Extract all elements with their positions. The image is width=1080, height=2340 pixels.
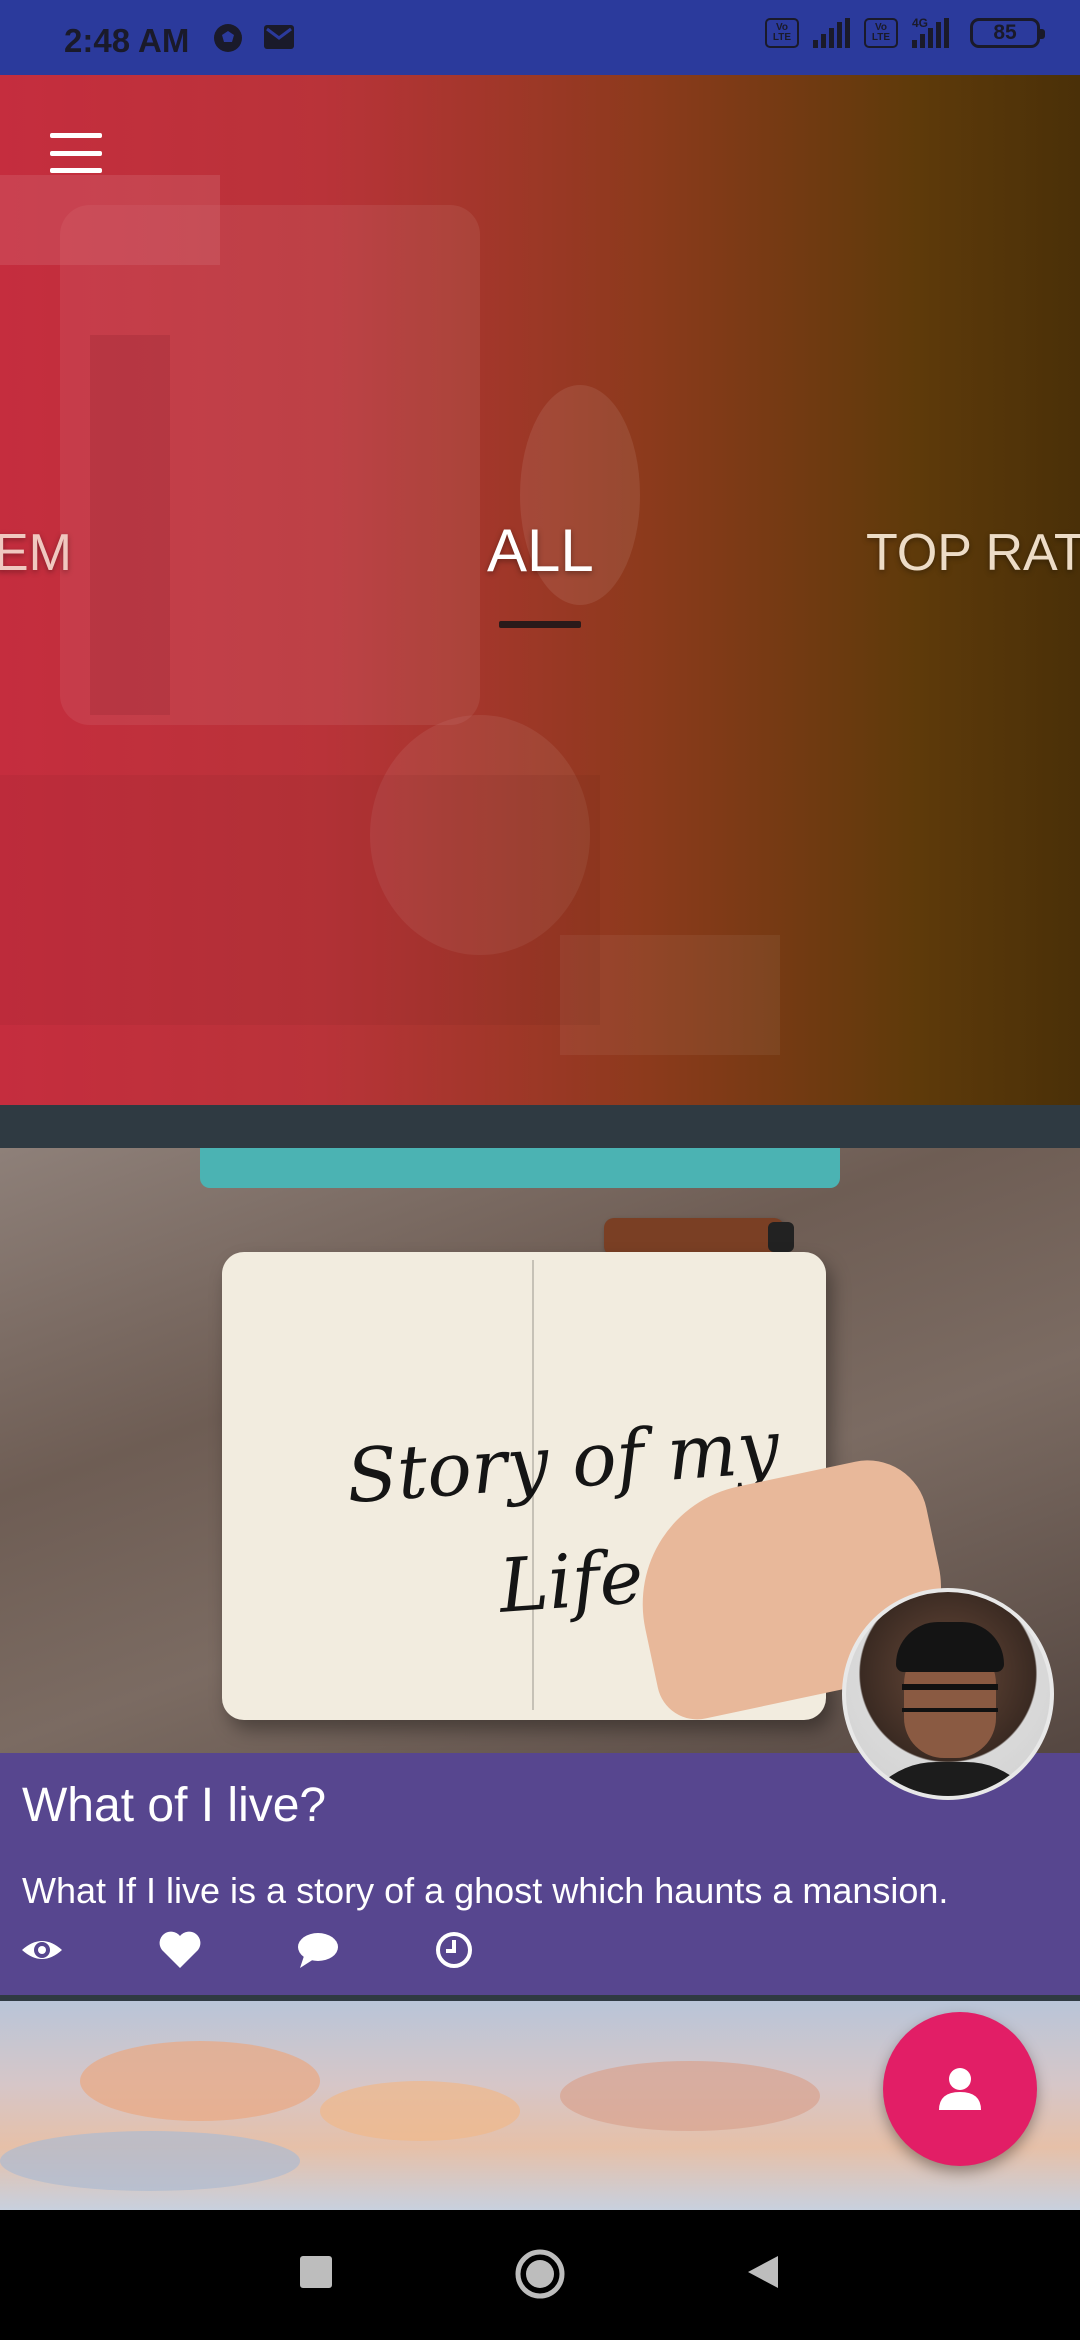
- avatar-glasses: [902, 1684, 998, 1712]
- battery-indicator: 85: [970, 18, 1045, 48]
- status-bar: 2:48 AM Vo LTE Vo LTE 4G 85: [0, 0, 1080, 75]
- signal-icon-1: [813, 18, 850, 48]
- status-indicators: Vo LTE Vo LTE 4G 85: [765, 16, 1045, 48]
- signal-icon-2: 4G: [912, 16, 956, 48]
- volte-badge-1: Vo LTE: [765, 18, 799, 48]
- hero-background-image: [0, 175, 780, 1055]
- clock-icon[interactable]: [432, 1930, 476, 1970]
- story-title[interactable]: What of I live?: [22, 1778, 326, 1833]
- volte-badge-2: Vo LTE: [864, 18, 898, 48]
- recents-button[interactable]: [298, 2254, 334, 2290]
- cloud-decoration: [80, 2041, 320, 2121]
- home-button[interactable]: [514, 2248, 566, 2300]
- menu-button[interactable]: [50, 133, 104, 173]
- system-navigation-bar: [0, 2210, 1080, 2340]
- pen-decoration: [604, 1218, 794, 1256]
- back-button[interactable]: [744, 2254, 780, 2290]
- status-time: 2:48 AM: [64, 22, 190, 59]
- hamburger-icon-bar: [50, 150, 102, 156]
- story-card[interactable]: Story of my Life What of I live? What If…: [0, 1148, 1080, 1996]
- story-description: What If I live is a story of a ghost whi…: [22, 1870, 949, 1911]
- profile-fab-button[interactable]: [883, 2012, 1037, 2166]
- author-avatar[interactable]: [842, 1588, 1054, 1800]
- avatar-hair: [896, 1622, 1004, 1672]
- tab-top-rated[interactable]: TOP RATE: [866, 523, 1080, 583]
- network-type: 4G: [912, 16, 929, 30]
- soccer-ball-icon: [214, 24, 242, 52]
- avatar-shoulders: [856, 1762, 1046, 1796]
- teal-box-decoration: [200, 1148, 840, 1188]
- story-actions: [0, 1930, 1080, 1980]
- mail-icon: [264, 25, 294, 49]
- eye-icon[interactable]: [20, 1930, 64, 1970]
- tab-all[interactable]: ALL: [487, 516, 594, 585]
- cloud-decoration: [560, 2061, 820, 2131]
- selected-tab-indicator: [499, 621, 581, 628]
- hero-header: EM ALL TOP RATE: [0, 75, 1080, 1105]
- cloud-decoration: [0, 2131, 300, 2191]
- person-icon: [939, 2068, 981, 2110]
- hamburger-icon-bar: [50, 133, 102, 138]
- heart-icon[interactable]: [158, 1930, 202, 1970]
- tab-premium[interactable]: EM: [0, 523, 72, 583]
- cloud-decoration: [320, 2081, 520, 2141]
- hamburger-icon-bar: [50, 168, 102, 173]
- comment-icon[interactable]: [296, 1930, 340, 1970]
